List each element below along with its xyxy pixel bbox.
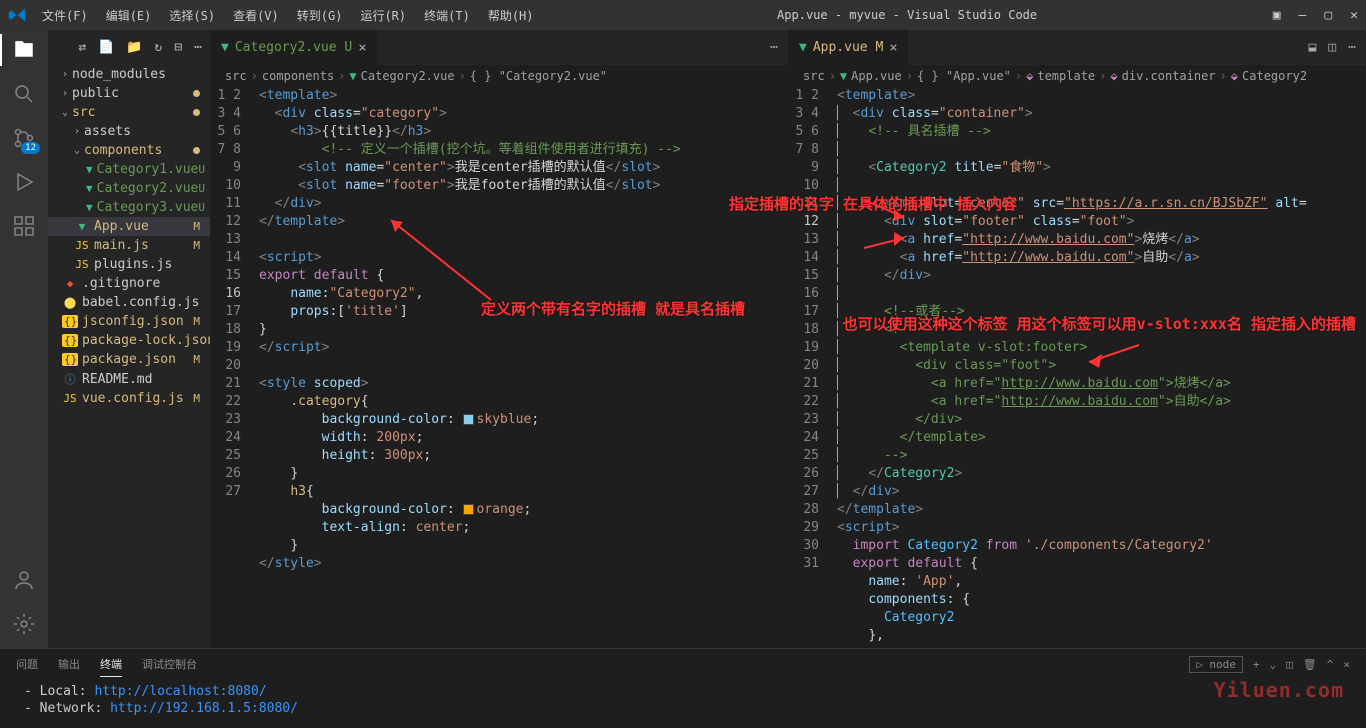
window-title: App.vue - myvue - Visual Studio Code [542, 8, 1273, 22]
tree-file-plugins[interactable]: JSplugins.js [48, 255, 210, 274]
tree-file-pkglock[interactable]: {}package-lock.jsonM [48, 331, 210, 350]
more-icon[interactable]: ⋯ [1348, 40, 1356, 55]
source-control-icon[interactable]: 12 [12, 126, 36, 150]
panel-tab-terminal[interactable]: 终端 [100, 652, 122, 677]
menu-selection[interactable]: 选择(S) [161, 3, 223, 28]
panel-tab-debug[interactable]: 调试控制台 [142, 652, 197, 676]
new-file-icon[interactable]: 📄 [98, 40, 114, 55]
file-tree: ›node_modules ›public ⌄src ›assets ⌄comp… [48, 65, 210, 648]
compare-icon[interactable]: ⬓ [1309, 40, 1317, 55]
scm-badge: 12 [21, 142, 40, 154]
tree-folder-node-modules[interactable]: ›node_modules [48, 65, 210, 84]
window-controls: ▣ — ▢ ✕ [1273, 8, 1358, 23]
editor-right: ▼ App.vue M × ⬓ ◫ ⋯ src› ▼App.vue› { } "… [788, 30, 1366, 648]
tree-folder-assets[interactable]: ›assets [48, 122, 210, 141]
close-icon[interactable]: × [889, 40, 897, 56]
line-numbers: 1 2 3 4 5 6 7 8 9 10 11 12 13 14 15 16 1… [211, 87, 259, 648]
close-icon[interactable]: ✕ [1350, 8, 1358, 23]
tree-file-category2[interactable]: ▼Category2.vueU [48, 179, 210, 198]
terminal-profile[interactable]: ▷ node [1189, 656, 1243, 673]
breadcrumbs-right[interactable]: src› ▼App.vue› { } "App.vue"› ⬙template›… [789, 65, 1366, 87]
code-editor-left[interactable]: 1 2 3 4 5 6 7 8 9 10 11 12 13 14 15 16 1… [211, 87, 788, 648]
more-icon[interactable]: ⋯ [194, 40, 202, 55]
code-editor-right[interactable]: 1 2 3 4 5 6 7 8 9 10 11 12 13 14 15 16 1… [789, 87, 1366, 648]
vscode-logo-icon [8, 6, 26, 24]
panel-tab-problems[interactable]: 问题 [16, 652, 38, 676]
tree-file-jsconfig[interactable]: {}jsconfig.jsonM [48, 312, 210, 331]
tree-file-main[interactable]: JSmain.jsM [48, 236, 210, 255]
settings-icon[interactable] [12, 612, 36, 636]
panel-tabs: 问题 输出 终端 调试控制台 ▷ node + ⌄ ◫ 🗑 ^ × [0, 649, 1366, 679]
tree-folder-components[interactable]: ⌄components [48, 141, 210, 160]
maximize-panel-icon[interactable]: ^ [1327, 658, 1334, 671]
menubar: 文件(F) 编辑(E) 选择(S) 查看(V) 转到(G) 运行(R) 终端(T… [34, 3, 542, 28]
toggle-icon[interactable]: ⇄ [78, 40, 86, 55]
tree-folder-src[interactable]: ⌄src [48, 103, 210, 122]
tab-app[interactable]: ▼ App.vue M × [789, 30, 909, 65]
tabs-left: ▼ Category2.vue U × ⋯ [211, 30, 788, 65]
menu-terminal[interactable]: 终端(T) [416, 3, 478, 28]
menu-go[interactable]: 转到(G) [289, 3, 351, 28]
new-folder-icon[interactable]: 📁 [126, 40, 142, 55]
tree-file-readme[interactable]: ⓘREADME.md [48, 369, 210, 389]
split-terminal-icon[interactable]: ◫ [1286, 658, 1293, 671]
panel-tab-output[interactable]: 输出 [58, 652, 80, 676]
debug-icon[interactable] [12, 170, 36, 194]
new-terminal-icon[interactable]: + [1253, 658, 1260, 671]
tab-category2[interactable]: ▼ Category2.vue U × [211, 30, 378, 65]
breadcrumbs-left[interactable]: src› components› ▼Category2.vue› { } "Ca… [211, 65, 788, 87]
chevron-down-icon[interactable]: ⌄ [1270, 658, 1277, 671]
menu-view[interactable]: 查看(V) [225, 3, 287, 28]
menu-help[interactable]: 帮助(H) [480, 3, 542, 28]
close-panel-icon[interactable]: × [1343, 658, 1350, 671]
terminal-output[interactable]: - Local: http://localhost:8080/ - Networ… [0, 679, 1366, 728]
activitybar: 12 [0, 30, 48, 648]
layout-icon[interactable]: ▣ [1273, 8, 1281, 23]
editor-group: ▼ Category2.vue U × ⋯ src› components› ▼… [210, 30, 1366, 648]
collapse-icon[interactable]: ⊟ [174, 40, 182, 55]
tree-folder-public[interactable]: ›public [48, 84, 210, 103]
code-content[interactable]: <template> <div class="category"> <h3>{{… [259, 87, 788, 648]
split-icon[interactable]: ◫ [1328, 40, 1336, 55]
titlebar: 文件(F) 编辑(E) 选择(S) 查看(V) 转到(G) 运行(R) 终端(T… [0, 0, 1366, 30]
editor-left: ▼ Category2.vue U × ⋯ src› components› ▼… [210, 30, 788, 648]
tree-file-vueconfig[interactable]: JSvue.config.jsM [48, 389, 210, 408]
explorer-toolbar: ⇄ 📄 📁 ↻ ⊟ ⋯ [48, 30, 210, 65]
extensions-icon[interactable] [12, 214, 36, 238]
maximize-icon[interactable]: ▢ [1324, 8, 1332, 23]
tree-file-app[interactable]: ▼App.vueM [48, 217, 210, 236]
tree-file-category3[interactable]: ▼Category3.vueU [48, 198, 210, 217]
menu-file[interactable]: 文件(F) [34, 3, 96, 28]
more-icon[interactable]: ⋯ [770, 40, 778, 55]
search-icon[interactable] [12, 82, 36, 106]
account-icon[interactable] [12, 568, 36, 592]
explorer-sidebar: ⇄ 📄 📁 ↻ ⊟ ⋯ ›node_modules ›public ⌄src ›… [48, 30, 210, 648]
refresh-icon[interactable]: ↻ [155, 40, 163, 55]
menu-edit[interactable]: 编辑(E) [98, 3, 160, 28]
tree-file-gitignore[interactable]: ◆.gitignore [48, 274, 210, 293]
minimize-icon[interactable]: — [1299, 8, 1307, 23]
menu-run[interactable]: 运行(R) [352, 3, 414, 28]
bottom-panel: 问题 输出 终端 调试控制台 ▷ node + ⌄ ◫ 🗑 ^ × - Loca… [0, 648, 1366, 728]
trash-icon[interactable]: 🗑 [1303, 658, 1317, 671]
explorer-icon[interactable] [12, 38, 36, 62]
tree-file-pkg[interactable]: {}package.jsonM [48, 350, 210, 369]
tree-file-category1[interactable]: ▼Category1.vueU [48, 160, 210, 179]
close-icon[interactable]: × [358, 40, 366, 56]
line-numbers: 1 2 3 4 5 6 7 8 9 10 11 12 13 14 15 16 1… [789, 87, 837, 648]
tabs-right: ▼ App.vue M × ⬓ ◫ ⋯ [789, 30, 1366, 65]
tree-file-babel[interactable]: ⬤babel.config.js [48, 293, 210, 312]
code-content[interactable]: <template> ▏ <div class="container"> ▏ <… [837, 87, 1366, 648]
